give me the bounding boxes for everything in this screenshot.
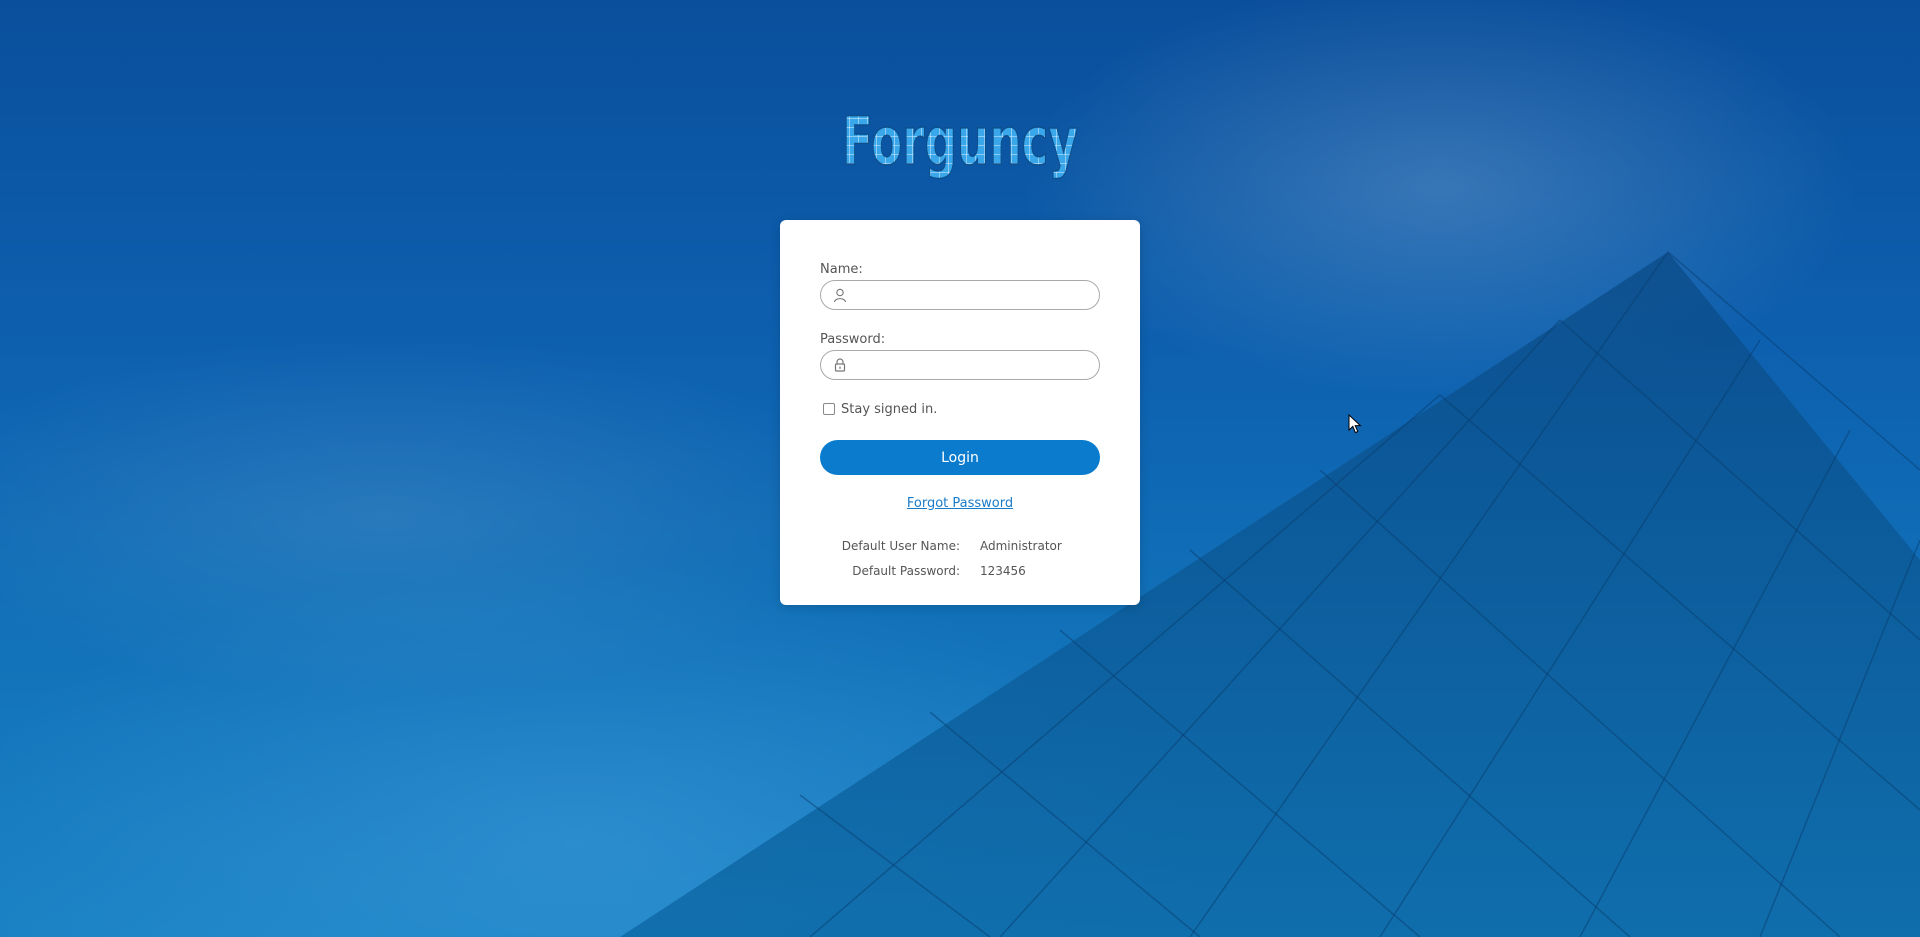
forgot-password-container: Forgot Password <box>780 496 1140 511</box>
mouse-pointer-icon <box>1348 414 1362 434</box>
login-button[interactable]: Login <box>820 440 1100 475</box>
default-password-label: Default Password: <box>852 564 960 578</box>
logo-text: Forguncy <box>842 103 1078 180</box>
default-credentials: Default User Name: Administrator Default… <box>780 539 1140 589</box>
name-input[interactable] <box>855 284 1089 306</box>
default-username-value: Administrator <box>980 539 1062 553</box>
password-label: Password: <box>820 332 886 347</box>
password-input[interactable] <box>855 354 1089 376</box>
default-credentials-row: Default Password: 123456 <box>780 564 1140 589</box>
name-field[interactable] <box>820 280 1100 310</box>
forgot-password-link[interactable]: Forgot Password <box>907 496 1013 511</box>
name-label: Name: <box>820 262 863 277</box>
stay-signed-in-checkbox[interactable] <box>823 403 835 415</box>
stay-signed-in[interactable]: Stay signed in. <box>823 401 937 417</box>
lock-icon <box>834 358 846 372</box>
default-password-value: 123456 <box>980 564 1026 578</box>
password-field[interactable] <box>820 350 1100 380</box>
default-credentials-row: Default User Name: Administrator <box>780 539 1140 564</box>
login-page: Forguncy Name: Password: Stay signed in.… <box>0 0 1920 937</box>
login-card: Name: Password: Stay signed in. Login Fo… <box>780 220 1140 605</box>
user-icon <box>833 288 847 303</box>
forguncy-logo: Forguncy <box>841 102 1079 180</box>
stay-signed-in-label[interactable]: Stay signed in. <box>841 402 937 417</box>
default-username-label: Default User Name: <box>841 539 960 553</box>
